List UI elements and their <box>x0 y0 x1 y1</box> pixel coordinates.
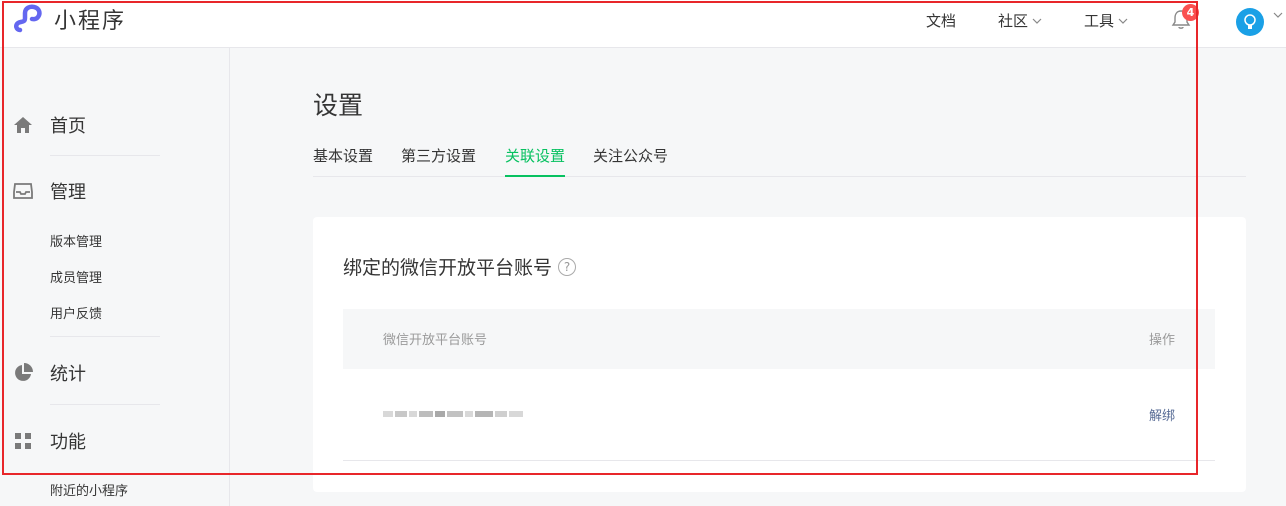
page-title: 设置 <box>313 91 364 120</box>
sidebar-item-home[interactable]: 首页 <box>12 112 86 138</box>
sidebar-item-versions[interactable]: 版本管理 <box>50 231 102 250</box>
card-title-text: 绑定的微信开放平台账号 <box>343 257 553 279</box>
divider <box>50 155 160 156</box>
tab-association-settings[interactable]: 关联设置 <box>505 145 566 177</box>
table-header: 微信开放平台账号 操作 <box>343 309 1215 369</box>
chevron-down-icon <box>1118 18 1128 24</box>
tab-third-party-settings[interactable]: 第三方设置 <box>401 145 476 177</box>
card-title: 绑定的微信开放平台账号 ? <box>343 253 577 280</box>
sidebar-item-label: 首页 <box>50 116 86 137</box>
avatar[interactable] <box>1236 8 1264 36</box>
sidebar-item-manage[interactable]: 管理 <box>12 178 86 204</box>
divider <box>50 336 160 337</box>
lightbulb-icon <box>1239 11 1261 33</box>
sidebar-item-members[interactable]: 成员管理 <box>50 267 102 286</box>
tab-basic-settings[interactable]: 基本设置 <box>313 145 373 177</box>
top-bar: 小程序 文档 社区 工具 4 <box>0 0 1286 48</box>
blurred-account-value <box>383 403 533 423</box>
pie-chart-icon <box>12 362 34 384</box>
sidebar-item-label: 统计 <box>50 364 86 385</box>
table-row: 解绑 <box>343 369 1215 461</box>
sidebar-item-stats[interactable]: 统计 <box>12 360 86 386</box>
chevron-down-icon[interactable] <box>1273 12 1283 18</box>
sidebar-item-nearby[interactable]: 附近的小程序 <box>50 480 128 499</box>
nav-tools[interactable]: 工具 <box>1084 10 1128 31</box>
sidebar-item-label: 管理 <box>50 182 86 203</box>
nav-tools-label: 工具 <box>1084 12 1115 30</box>
sidebar-item-label: 功能 <box>50 432 86 453</box>
tab-follow-official-account[interactable]: 关注公众号 <box>593 145 668 177</box>
help-icon[interactable]: ? <box>558 257 577 276</box>
column-header-account: 微信开放平台账号 <box>383 333 488 348</box>
notification-badge: 4 <box>1182 4 1199 21</box>
nav-community[interactable]: 社区 <box>998 10 1042 31</box>
tab-bar: 基本设置 第三方设置 关联设置 关注公众号 <box>313 145 1246 177</box>
column-header-action: 操作 <box>1148 333 1175 348</box>
app-name: 小程序 <box>54 9 127 34</box>
home-icon <box>12 114 34 136</box>
nav-docs[interactable]: 文档 <box>926 10 956 31</box>
nav-docs-label: 文档 <box>926 12 957 30</box>
grid-icon <box>12 430 34 452</box>
sidebar-item-features[interactable]: 功能 <box>12 428 86 454</box>
nav-community-label: 社区 <box>998 12 1029 30</box>
unbind-link[interactable]: 解绑 <box>1149 405 1175 424</box>
inbox-icon <box>12 180 34 202</box>
miniprogram-logo-icon <box>14 4 42 33</box>
logo[interactable]: 小程序 <box>14 4 126 34</box>
sidebar-item-feedback[interactable]: 用户反馈 <box>50 303 102 322</box>
bound-account-card: 绑定的微信开放平台账号 ? 微信开放平台账号 操作 解绑 <box>313 217 1246 492</box>
chevron-down-icon <box>1032 18 1042 24</box>
divider <box>50 404 160 405</box>
